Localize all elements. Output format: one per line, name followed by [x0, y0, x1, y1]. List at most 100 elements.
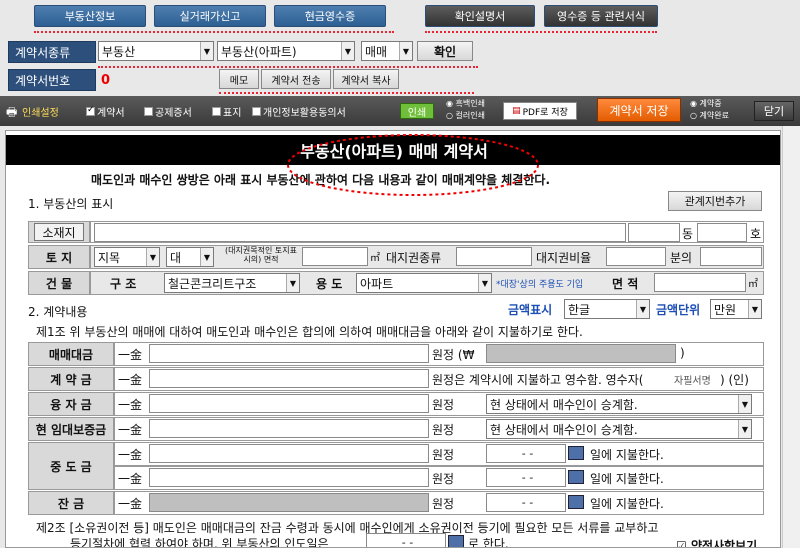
chevron-down-icon: ▼ [200, 42, 213, 60]
radio-label: 계약완료 [699, 111, 729, 120]
won-prefix: 一金 [118, 398, 143, 412]
dotted-divider [34, 31, 394, 33]
selected-value: 현 상태에서 매수인이 승계함. [490, 397, 638, 412]
contract-type-select[interactable]: 부동산 ▼ [98, 41, 214, 61]
chevron-down-icon: ▼ [341, 42, 354, 60]
confirm-button[interactable]: 확인 [417, 41, 473, 61]
dotted-divider [98, 66, 478, 68]
checkbox-icon [212, 107, 221, 116]
use-select[interactable]: 아파트 ▼ [356, 273, 492, 293]
won-prefix: 一金 [118, 348, 143, 362]
price-numeric-field [486, 344, 676, 363]
save-contract-button[interactable]: 계약서 저장 [597, 98, 681, 122]
print-button[interactable]: 인쇄 [400, 103, 434, 119]
bw-print-radio[interactable]: ◉ 흑백인쇄 [446, 98, 485, 109]
contract-subtype-select[interactable]: 부동산(아파트) ▼ [217, 41, 355, 61]
date-placeholder: - - [521, 471, 534, 484]
won-symbol-label: 원정 (₩ [432, 348, 475, 362]
date-placeholder: - - [401, 536, 414, 548]
opt-contract[interactable]: 계약서 [86, 104, 125, 119]
pdf-icon: ▤ [512, 106, 521, 116]
pdf-save-button[interactable]: ▤ PDF로 저장 [503, 102, 577, 120]
contract-number-value: 0 [101, 73, 111, 88]
land-category-select[interactable]: 대 ▼ [166, 247, 214, 267]
close-button[interactable]: 닫기 [754, 101, 794, 121]
right-ratio-denominator[interactable] [606, 247, 666, 266]
calendar-icon[interactable] [568, 446, 584, 460]
real-estate-info-button[interactable]: 부동산정보 [34, 5, 146, 27]
send-contract-button[interactable]: 계약서 전송 [261, 69, 331, 89]
price-input[interactable] [149, 344, 429, 363]
opt-cover[interactable]: 표지 [212, 104, 241, 119]
dotted-divider [219, 92, 474, 94]
deposit-input[interactable] [149, 369, 429, 388]
loan-succession-select[interactable]: 현 상태에서 매수인이 승계함. ▼ [486, 394, 752, 414]
middle2-input[interactable] [149, 468, 429, 487]
land-area-input[interactable] [302, 247, 368, 266]
lease-deposit-input[interactable] [149, 419, 429, 438]
amount-display-select[interactable]: 한글 ▼ [564, 299, 650, 319]
lease-deposit-label: 현 임대보증금 [28, 417, 114, 441]
receipt-forms-button[interactable]: 영수증 등 관련서식 [544, 5, 658, 27]
location-extra-input[interactable] [628, 223, 680, 242]
balance-date-input[interactable]: - - [486, 493, 566, 512]
won-is-label: 원정 [432, 423, 455, 437]
radio-label: 계약중 [699, 99, 722, 108]
printer-icon: 🖶 [6, 105, 18, 119]
completed-radio[interactable]: ○ 계약완료 [690, 110, 729, 121]
add-lot-button[interactable]: 관계지번추가 [668, 191, 762, 211]
opt-label: 공제증서 [155, 108, 192, 119]
won-prefix: 一金 [118, 373, 143, 387]
checkbox-checked-icon [86, 105, 95, 116]
calendar-icon[interactable] [568, 495, 584, 509]
won-is-label: 원정 [432, 472, 455, 486]
location-input[interactable] [94, 223, 626, 242]
memo-button[interactable]: 메모 [219, 69, 259, 89]
selected-value: 대 [170, 250, 182, 265]
land-area-note: (대지권목적인 토지표시의) 면적 [225, 246, 297, 264]
color-print-radio[interactable]: ○ 컬러인쇄 [446, 110, 485, 121]
copy-contract-button[interactable]: 계약서 복사 [333, 69, 399, 89]
amount-unit-label: 금액단위 [656, 303, 701, 317]
selected-value: 부동산 [102, 44, 136, 59]
building-area-input[interactable] [654, 273, 746, 292]
vertical-scrollbar[interactable] [782, 126, 800, 548]
in-progress-radio[interactable]: ◉ 계약중 [690, 98, 722, 109]
seal-text: ) (인) [720, 373, 749, 387]
special-terms-toggle[interactable]: ☑ 약정사항보기 [676, 537, 757, 547]
right-ratio-numerator[interactable] [700, 247, 762, 266]
middle1-input[interactable] [149, 444, 429, 463]
location-label: 소재지 [28, 221, 90, 243]
structure-select[interactable]: 철근콘크리트구조 ▼ [164, 273, 300, 293]
loan-input[interactable] [149, 394, 429, 413]
opt-deduction-cert[interactable]: 공제증서 [144, 104, 192, 119]
won-prefix: 一金 [118, 423, 143, 437]
close-paren: ) [680, 346, 685, 360]
handover-date-input[interactable]: - - [366, 533, 446, 548]
transaction-report-button[interactable]: 실거래가신고 [154, 5, 266, 27]
middle1-date-input[interactable]: - - [486, 444, 566, 463]
sqm-unit: ㎡ [748, 279, 758, 290]
land-type-select[interactable]: 지목 ▼ [94, 247, 160, 267]
deal-type-select[interactable]: 매매 ▼ [361, 41, 413, 61]
calendar-icon[interactable] [448, 535, 464, 547]
section1-heading: 1. 부동산의 표시 [28, 197, 114, 211]
selected-value: 지목 [98, 250, 121, 265]
right-type-input[interactable] [456, 247, 532, 266]
confirmation-doc-button[interactable]: 확인설명서 [425, 5, 535, 27]
opt-label: 개인정보활용동의서 [263, 108, 346, 119]
lease-succession-select[interactable]: 현 상태에서 매수인이 승계함. ▼ [486, 419, 752, 439]
opt-label: 표지 [223, 108, 242, 119]
location-button[interactable]: 소재지 [34, 223, 84, 241]
chevron-down-icon: ▼ [478, 274, 491, 292]
middle2-date-input[interactable]: - - [486, 468, 566, 487]
structure-label: 구 조 [110, 277, 137, 291]
date-placeholder: - - [521, 496, 534, 509]
opt-privacy-consent[interactable]: 개인정보활용동의서 [252, 104, 346, 119]
won-is-label: 원정 [432, 448, 455, 462]
amount-unit-select[interactable]: 만원 ▼ [710, 299, 762, 319]
cash-receipt-button[interactable]: 현금영수증 [274, 5, 386, 27]
dong-input[interactable] [697, 223, 747, 242]
chevron-down-icon: ▼ [286, 274, 299, 292]
calendar-icon[interactable] [568, 470, 584, 484]
